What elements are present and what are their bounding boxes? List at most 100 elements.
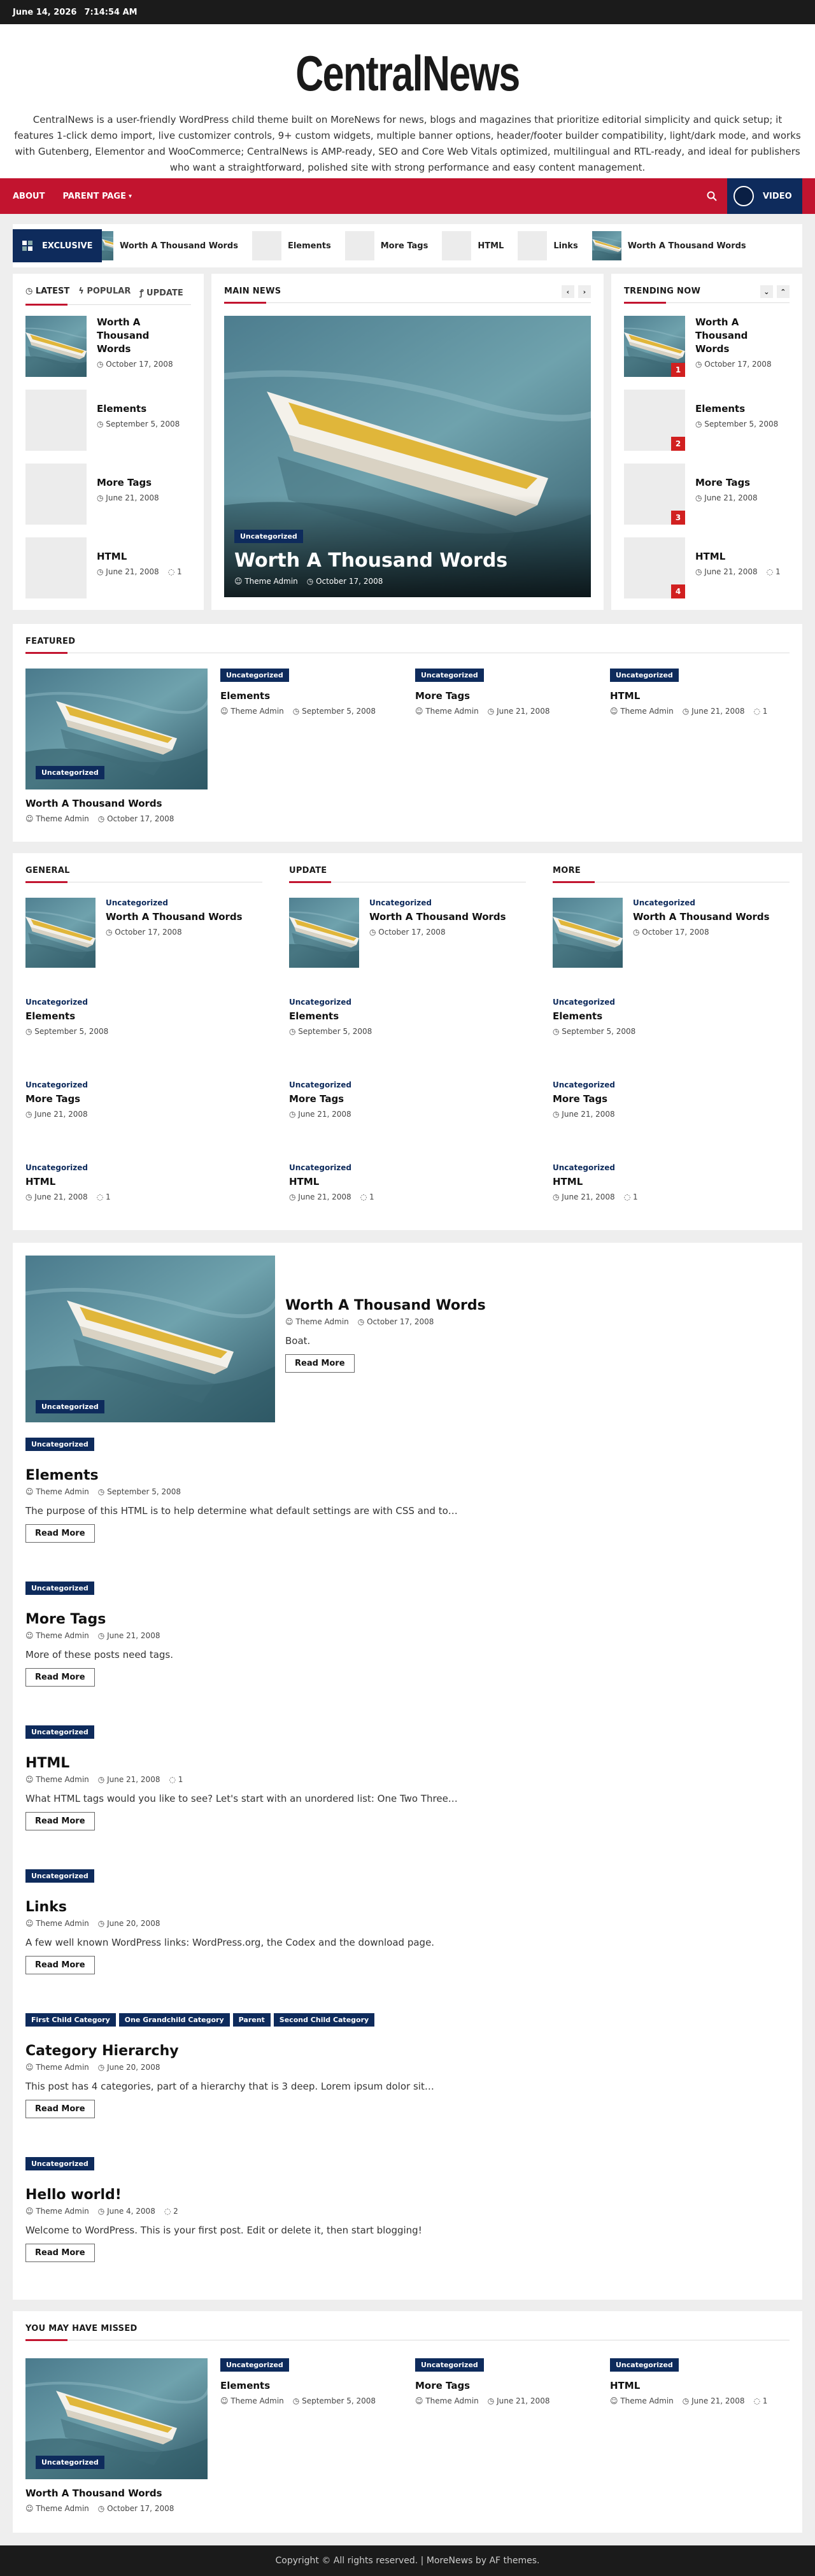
category-badge[interactable]: Uncategorized bbox=[25, 1725, 94, 1739]
chevron-right-icon[interactable]: › bbox=[578, 285, 591, 298]
list-item[interactable]: More Tags ◷ June 21, 2008 bbox=[25, 464, 159, 525]
chevron-up-icon[interactable]: ⌃ bbox=[777, 285, 790, 298]
post-author[interactable]: Theme Admin bbox=[425, 2396, 478, 2405]
list-item[interactable]: Elements ◷ September 5, 2008 bbox=[25, 390, 180, 451]
post-title[interactable]: More Tags bbox=[415, 690, 600, 703]
main-news-image[interactable]: Uncategorized Worth A Thousand Words ☺ T… bbox=[224, 316, 591, 597]
chevron-down-icon[interactable]: ⌄ bbox=[760, 285, 773, 298]
post-author[interactable]: Theme Admin bbox=[36, 814, 89, 823]
category-link[interactable]: Uncategorized bbox=[553, 998, 615, 1007]
list-item[interactable]: HTML ◷ June 21, 2008 ◌ 1 bbox=[25, 537, 182, 598]
list-item[interactable]: Uncategorized Worth A Thousand Words ◷ Oct… bbox=[25, 898, 243, 968]
post-title[interactable]: Worth A Thousand Words bbox=[25, 797, 174, 810]
post-title[interactable]: Hello world! bbox=[25, 2187, 790, 2203]
read-more-button[interactable]: Read More bbox=[25, 1812, 95, 1830]
read-more-button[interactable]: Read More bbox=[285, 1354, 355, 1373]
read-more-button[interactable]: Read More bbox=[25, 1668, 95, 1687]
category-link[interactable]: Uncategorized bbox=[369, 898, 432, 907]
post-title[interactable]: HTML bbox=[97, 550, 182, 563]
post-title[interactable]: Category Hierarchy bbox=[25, 2043, 790, 2059]
list-item[interactable]: Uncategorized Elements ☺ Theme Admin ◷ Se… bbox=[220, 2358, 405, 2405]
category-badge[interactable]: Uncategorized bbox=[36, 2456, 104, 2469]
category-link[interactable]: Uncategorized bbox=[106, 898, 168, 907]
ticker-item[interactable]: HTML bbox=[442, 231, 504, 260]
post-title[interactable]: Elements bbox=[553, 1010, 635, 1023]
post-title[interactable]: HTML bbox=[25, 1755, 790, 1771]
post-author[interactable]: Theme Admin bbox=[425, 707, 478, 716]
post-title[interactable]: HTML bbox=[25, 1175, 111, 1189]
list-item[interactable]: Uncategorized HTML ◷ June 21, 2008 ◌ 1 bbox=[25, 1163, 111, 1201]
chevron-left-icon[interactable]: ‹ bbox=[562, 285, 574, 298]
post-title[interactable]: Worth A Thousand Words bbox=[369, 910, 506, 924]
post-author[interactable]: Theme Admin bbox=[36, 1775, 89, 1784]
post-author[interactable]: Theme Admin bbox=[295, 1317, 348, 1326]
list-item[interactable]: Uncategorized More Tags ☺ Theme Admin ◷ J… bbox=[415, 2358, 600, 2405]
post-title[interactable]: Worth A Thousand Words bbox=[285, 1298, 486, 1313]
post-title[interactable]: Elements bbox=[97, 402, 180, 416]
post-author[interactable]: Theme Admin bbox=[230, 2396, 283, 2405]
list-item[interactable]: 2 Elements ◷ September 5, 2008 bbox=[624, 390, 778, 451]
category-badge[interactable]: Uncategorized bbox=[25, 1869, 94, 1883]
post-title[interactable]: HTML bbox=[695, 550, 781, 563]
post-title[interactable]: Elements bbox=[220, 2379, 405, 2393]
category-link[interactable]: Uncategorized bbox=[633, 898, 695, 907]
post-author[interactable]: Theme Admin bbox=[36, 1487, 89, 1496]
list-item[interactable]: Uncategorized Elements ☺ Theme Admin ◷ Se… bbox=[220, 669, 405, 716]
category-link[interactable]: Uncategorized bbox=[25, 1163, 88, 1172]
post-title[interactable]: Links bbox=[25, 1899, 790, 1915]
list-item[interactable]: Uncategorized HTML ☺ Theme Admin ◷ June 2… bbox=[610, 669, 795, 716]
read-more-button[interactable]: Read More bbox=[25, 2100, 95, 2118]
list-item[interactable]: Uncategorized More Tags ◷ June 21, 2008 bbox=[289, 1080, 351, 1119]
category-link[interactable]: Uncategorized bbox=[289, 998, 351, 1007]
post-title[interactable]: HTML bbox=[610, 690, 795, 703]
tab-update[interactable]: ꝭ UPDATE bbox=[139, 287, 183, 298]
tab-latest[interactable]: ◷ LATEST bbox=[25, 287, 69, 298]
post-author[interactable]: Theme Admin bbox=[36, 2504, 89, 2513]
list-item[interactable]: 1 Worth A Thousand Words ◷ October 17, 200… bbox=[624, 316, 778, 377]
read-more-button[interactable]: Read More bbox=[25, 1956, 95, 1974]
video-button[interactable]: VIDEO bbox=[727, 178, 802, 214]
ticker-item[interactable]: Elements bbox=[252, 231, 331, 260]
ticker-item[interactable]: Worth A Thousand Words bbox=[102, 231, 238, 260]
category-badge[interactable]: Uncategorized bbox=[25, 1438, 94, 1451]
post-author[interactable]: Theme Admin bbox=[620, 2396, 673, 2405]
ticker-item[interactable]: More Tags bbox=[344, 231, 428, 260]
list-item[interactable]: 4 HTML ◷ June 21, 2008 ◌ 1 bbox=[624, 537, 781, 598]
category-link[interactable]: Uncategorized bbox=[25, 1080, 88, 1089]
category-link[interactable]: Uncategorized bbox=[289, 1080, 351, 1089]
nav-item-about[interactable]: ABOUT bbox=[0, 178, 53, 214]
post-author[interactable]: Theme Admin bbox=[36, 1631, 89, 1640]
list-item[interactable]: Uncategorized Elements ◷ September 5, 2008 bbox=[289, 997, 372, 1036]
category-badge[interactable]: Uncategorized bbox=[415, 669, 484, 682]
category-link[interactable]: Uncategorized bbox=[289, 1163, 351, 1172]
post-title[interactable]: More Tags bbox=[289, 1093, 351, 1106]
post-title[interactable]: More Tags bbox=[415, 2379, 600, 2393]
category-link[interactable]: Uncategorized bbox=[553, 1163, 615, 1172]
list-item[interactable]: 3 More Tags ◷ June 21, 2008 bbox=[624, 464, 758, 525]
post-author[interactable]: Theme Admin bbox=[36, 2207, 89, 2216]
post-title[interactable]: Worth A Thousand Words bbox=[25, 2487, 174, 2500]
search-icon[interactable] bbox=[707, 178, 722, 214]
post-author[interactable]: Theme Admin bbox=[244, 577, 297, 586]
category-badge[interactable]: Uncategorized bbox=[234, 530, 303, 543]
post-author[interactable]: Theme Admin bbox=[620, 707, 673, 716]
category-badge[interactable]: Uncategorized bbox=[25, 1582, 94, 1595]
post-title[interactable]: HTML bbox=[553, 1175, 638, 1189]
read-more-button[interactable]: Read More bbox=[25, 2244, 95, 2262]
ticker-item[interactable]: Links bbox=[518, 231, 578, 260]
post-title[interactable]: More Tags bbox=[553, 1093, 615, 1106]
post-title[interactable]: Elements bbox=[695, 402, 778, 416]
category-badge[interactable]: First Child Category bbox=[25, 2013, 116, 2027]
post-author[interactable]: Theme Admin bbox=[36, 2063, 89, 2072]
tab-popular[interactable]: ϟ POPULAR bbox=[78, 287, 131, 298]
missed-lead-image[interactable]: Uncategorized bbox=[25, 2358, 208, 2479]
post-title[interactable]: Elements bbox=[25, 1468, 790, 1483]
post-title[interactable]: More Tags bbox=[25, 1093, 88, 1106]
list-item[interactable]: Uncategorized More Tags ◷ June 21, 2008 bbox=[25, 1080, 88, 1119]
list-item[interactable]: Uncategorized HTML ◷ June 21, 2008 ◌ 1 bbox=[553, 1163, 638, 1201]
post-title[interactable]: Worth A Thousand Words bbox=[695, 316, 778, 356]
category-link[interactable]: Uncategorized bbox=[25, 998, 88, 1007]
category-badge[interactable]: Uncategorized bbox=[610, 669, 679, 682]
post-title[interactable]: Elements bbox=[289, 1010, 372, 1023]
post-title[interactable]: Worth A Thousand Words bbox=[106, 910, 243, 924]
